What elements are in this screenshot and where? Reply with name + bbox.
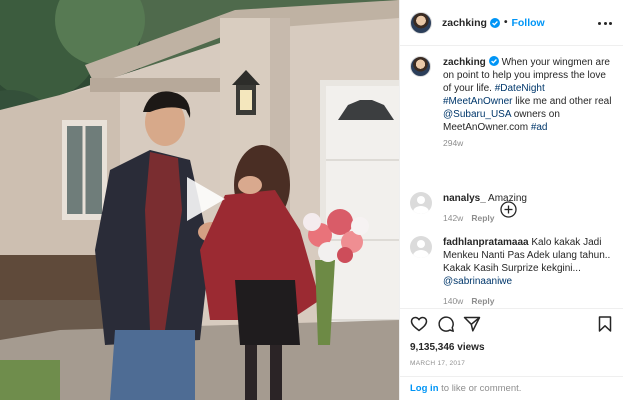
hashtag-datenight[interactable]: #DateNight [495, 83, 545, 94]
caption-avatar[interactable] [410, 56, 431, 77]
avatar[interactable] [410, 11, 432, 34]
caption-text-3: like me and other real [512, 96, 612, 107]
follow-button[interactable]: Follow [511, 17, 544, 29]
caption: zachking When your wingmen are on point … [410, 56, 615, 148]
comment-time: 142w [443, 213, 464, 223]
hashtag-meetanowner[interactable]: #MeetAnOwner [443, 96, 512, 107]
login-link[interactable]: Log in [410, 383, 439, 394]
comment-meta: 140w Reply [443, 296, 615, 306]
share-icon[interactable] [463, 315, 481, 333]
comment-icon[interactable] [437, 315, 455, 333]
post-video[interactable] [0, 0, 399, 400]
post-actions: 9,135,346 views MARCH 17, 2017 [400, 308, 623, 378]
view-count: 9,135,346 views [410, 342, 485, 353]
default-avatar-icon[interactable] [410, 192, 432, 214]
instagram-post: zachking • Follow zachking When your win… [0, 0, 623, 400]
login-prompt: Log in to like or comment. [400, 376, 623, 400]
comment-username[interactable]: nanalys_ [443, 193, 486, 204]
header-username[interactable]: zachking [442, 17, 487, 29]
header-separator: • [503, 17, 508, 28]
hashtag-ad[interactable]: #ad [531, 122, 548, 133]
header-user-info: zachking • Follow [442, 17, 545, 29]
comment-text: fadhlanpratamaaa Kalo kakak Jadi Menkeu … [443, 236, 615, 288]
post-side-panel: zachking • Follow zachking When your win… [399, 0, 623, 400]
comments-section: zachking When your wingmen are on point … [400, 46, 623, 308]
mention-sabrinaaniwe[interactable]: @sabrinaaniwe [443, 276, 512, 287]
comment-username[interactable]: fadhlanpratamaaa [443, 237, 529, 248]
caption-time: 294w [443, 138, 464, 148]
reply-button[interactable]: Reply [471, 213, 494, 223]
comment-time: 140w [443, 296, 464, 306]
heart-icon[interactable] [410, 315, 428, 333]
comment-meta: 142w Reply [443, 213, 527, 223]
more-horizontal-icon[interactable] [598, 16, 612, 30]
comment-item: fadhlanpratamaaa Kalo kakak Jadi Menkeu … [410, 236, 615, 306]
comment-text: nanalys_ Amazing [443, 192, 527, 205]
verified-badge-icon [489, 17, 500, 28]
caption-text: zachking When your wingmen are on point … [443, 56, 615, 134]
comment-item: nanalys_ Amazing 142w Reply [410, 192, 615, 223]
reply-button[interactable]: Reply [471, 296, 494, 306]
login-prompt-text: to like or comment. [438, 383, 522, 394]
post-date: MARCH 17, 2017 [410, 360, 466, 367]
caption-username[interactable]: zachking [443, 57, 486, 68]
post-header: zachking • Follow [400, 0, 623, 46]
play-icon[interactable] [177, 173, 229, 225]
mention-subaru[interactable]: @Subaru_USA [443, 109, 511, 120]
default-avatar-icon[interactable] [410, 236, 432, 258]
comment-body: Amazing [485, 193, 527, 204]
verified-badge-icon [488, 56, 499, 66]
bookmark-icon[interactable] [596, 315, 614, 333]
